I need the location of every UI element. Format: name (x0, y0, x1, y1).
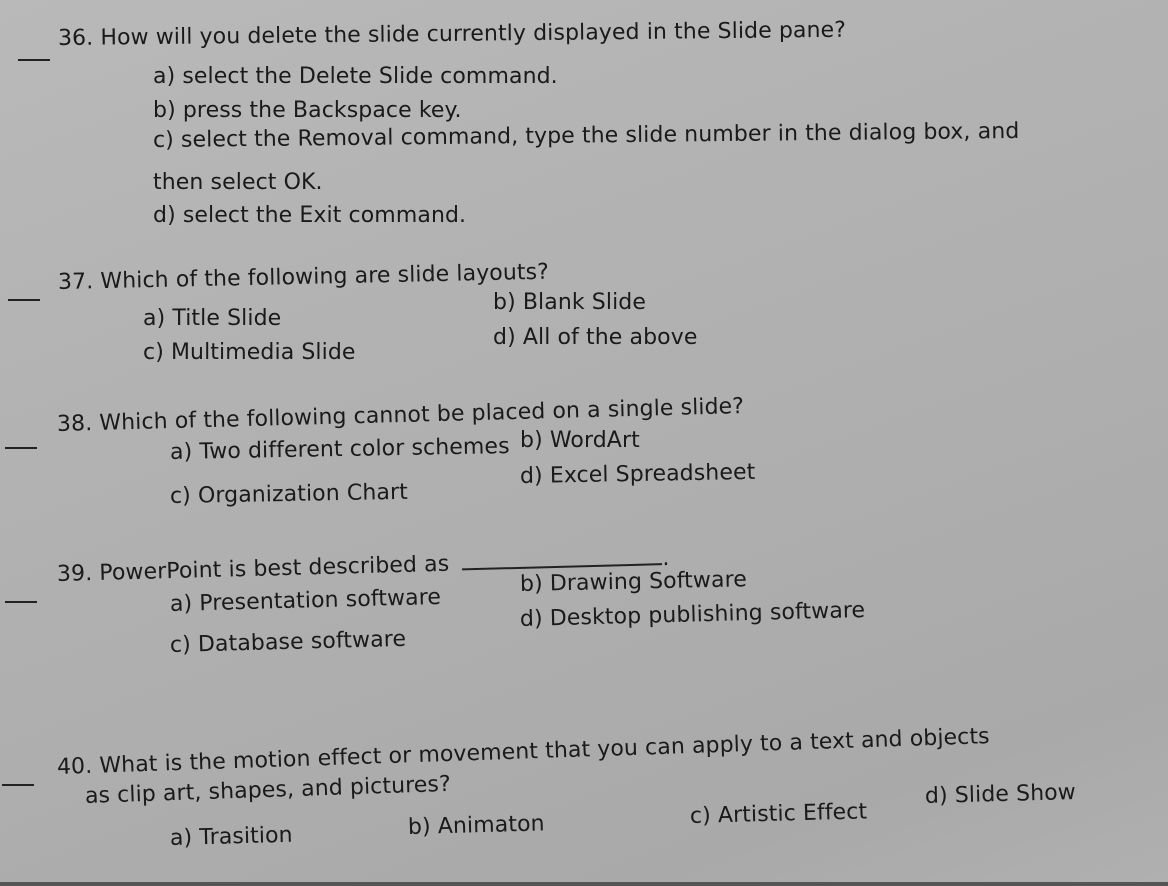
option-c[interactable]: c) Database software (170, 627, 407, 658)
option-d[interactable]: d) select the Exit command. (153, 203, 466, 228)
option-d[interactable]: d) All of the above (493, 325, 697, 350)
question-text: What is the motion effect or movement th… (98, 724, 991, 779)
option-b[interactable]: b) WordArt (520, 428, 640, 453)
answer-blank[interactable] (2, 784, 34, 786)
question-stem: 40. What is the motion effect or movemen… (57, 724, 990, 780)
option-a[interactable]: a) Title Slide (143, 306, 281, 331)
question-number: 38. (56, 411, 93, 437)
question-text: How will you delete the slide currently … (100, 17, 847, 51)
option-a[interactable]: a) Presentation software (170, 585, 442, 617)
option-d[interactable]: d) Excel Spreadsheet (520, 460, 756, 489)
question-stem: 38. Which of the following cannot be pla… (57, 394, 745, 437)
option-c[interactable]: c) select the Removal command, type the … (153, 119, 1020, 153)
option-b[interactable]: b) Blank Slide (493, 290, 646, 315)
option-d[interactable]: d) Slide Show (925, 780, 1076, 809)
option-a[interactable]: a) select the Delete Slide command. (153, 64, 558, 89)
question-stem-continued: as clip art, shapes, and pictures? (84, 771, 452, 809)
answer-blank[interactable] (8, 299, 40, 301)
option-a[interactable]: a) Trasition (170, 823, 293, 851)
option-b[interactable]: b) Drawing Software (520, 567, 747, 597)
question-number: 36. (57, 25, 94, 51)
option-b[interactable]: b) Animaton (408, 811, 545, 840)
question-text: Which of the following cannot be placed … (99, 394, 745, 436)
stem-period: . (661, 545, 670, 572)
question-text: Which of the following are slide layouts… (100, 259, 550, 295)
question-number: 37. (57, 269, 94, 295)
answer-blank[interactable] (5, 447, 37, 449)
answer-blank[interactable] (18, 59, 50, 61)
question-text: PowerPoint is best described as (99, 551, 450, 586)
option-c[interactable]: c) Organization Chart (170, 480, 408, 509)
answer-blank[interactable] (5, 601, 37, 603)
page-bottom-edge (0, 882, 1168, 886)
quiz-page: 36. How will you delete the slide curren… (0, 0, 1168, 886)
option-b[interactable]: b) press the Backspace key. (153, 98, 462, 123)
option-c[interactable]: c) Multimedia Slide (143, 340, 356, 365)
question-stem: 36. How will you delete the slide curren… (58, 18, 846, 51)
option-d[interactable]: d) Desktop publishing software (520, 598, 866, 632)
question-number: 40. (56, 753, 93, 780)
question-stem: 37. Which of the following are slide lay… (58, 260, 549, 295)
option-c-continued: then select OK. (153, 170, 323, 195)
option-a[interactable]: a) Two different color schemes (170, 434, 510, 465)
question-number: 39. (56, 561, 93, 587)
option-c[interactable]: c) Artistic Effect (690, 799, 868, 829)
